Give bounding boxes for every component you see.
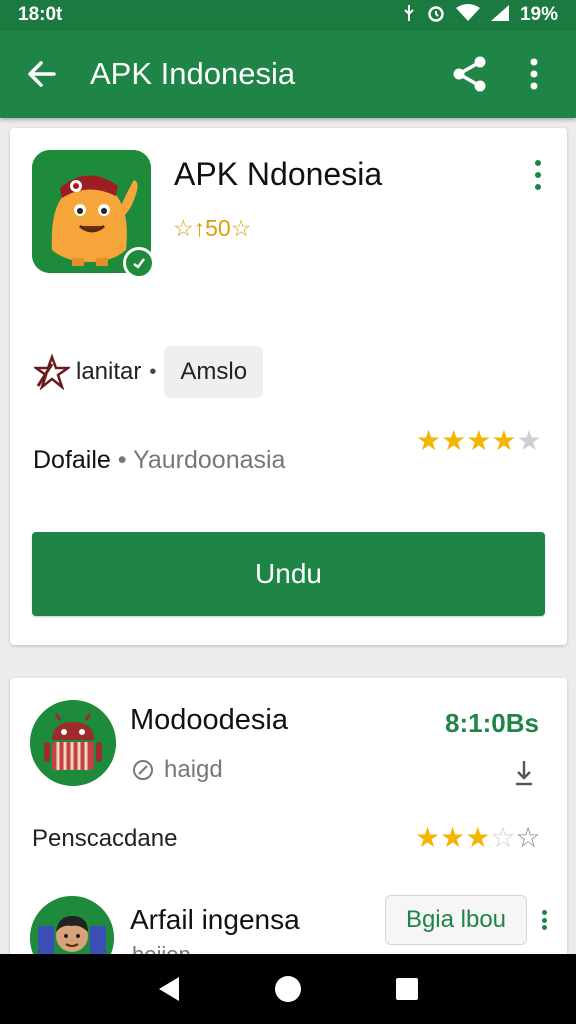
battery-text: 19% [519,4,558,25]
wifi-icon [455,3,480,27]
list-item-description: Penscacdane [32,825,178,852]
page-title: APK Indonesia [90,56,296,91]
details-row: Dofaile • Yaurdoonasia [33,446,285,475]
star-empty-icon: ☆ [515,822,541,853]
star-icon: ★ [415,822,441,853]
share-icon[interactable] [448,52,492,96]
system-nav-bar [0,954,576,1024]
star-icon: ★ [440,822,466,853]
verified-check-icon [123,247,155,279]
app-name: APK Ndonesia [174,156,383,192]
star-icon: ★ [416,425,442,456]
install-chip[interactable]: Amslo [164,346,264,398]
star-icon: ★ [491,425,517,456]
list-item-subtitle-row: haigd [132,756,223,784]
list-item-title[interactable]: Arfail ingensa [130,904,300,936]
details-value: Yaurdoonasia [133,446,286,474]
star-icon: ★ [441,425,467,456]
download-icon[interactable] [510,758,538,788]
app-detail-card: APK Ndonesia ☆↑50☆ lanitar • Amslo ★★★★★… [10,128,567,645]
list-item-icon [30,700,116,786]
install-button[interactable]: Undu [32,532,545,616]
details-label: Dofaile [33,446,111,474]
app-rating-text: ☆↑50☆ [173,215,252,241]
more-vert-icon[interactable] [512,52,556,96]
star-empty-icon: ★ [516,425,542,456]
status-bar: 18:0t 19% [0,0,576,30]
star-icon: ★ [466,425,492,456]
back-arrow-icon[interactable] [22,54,62,94]
status-icons: 19% [402,3,558,28]
list-item-subtitle: haigd [164,756,223,783]
separator-dot: • [117,446,134,474]
install-label: lanitar [76,358,142,385]
install-row: lanitar • Amslo [32,346,264,398]
list-item-more-icon[interactable] [539,910,549,930]
recents-square-icon[interactable] [392,974,422,1004]
list-item-size: 8:1:0Bs [445,708,539,738]
app-more-icon[interactable] [526,160,550,190]
separator-dot: • [149,360,157,383]
usb-icon [402,4,416,27]
rating-stars: ★★★★★ [416,424,542,457]
list-item-title[interactable]: Modoodesia [130,704,288,737]
list-item-chip-button[interactable]: Bgia lbou [385,895,527,945]
alarm-icon [426,3,446,28]
home-circle-icon[interactable] [273,974,303,1004]
star-icon: ★ [465,822,491,853]
star-empty-icon: ☆ [490,822,516,853]
list-item-rating-stars: ★★★☆☆ [415,821,541,854]
clock-icon [132,759,154,781]
status-time: 18:0t [18,4,63,25]
back-triangle-icon[interactable] [154,974,184,1004]
install-star-icon [32,353,72,391]
signal-icon [490,4,510,27]
related-apps-card: Modoodesia 8:1:0Bs haigd Penscacdane ★★★… [10,678,567,980]
app-bar: APK Indonesia [0,30,576,118]
